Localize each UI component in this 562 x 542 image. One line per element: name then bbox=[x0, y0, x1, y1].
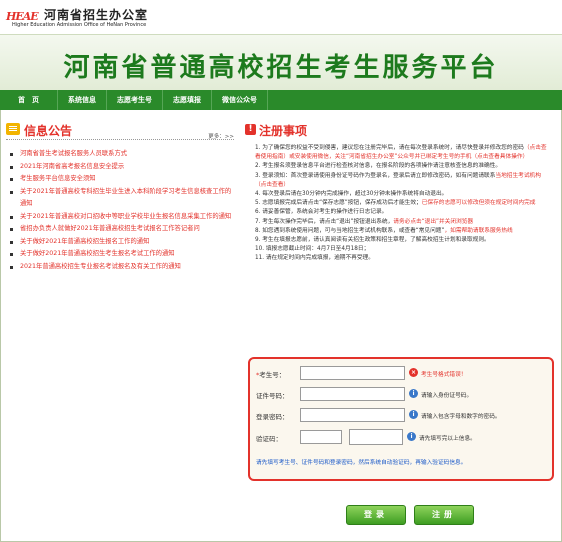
notice-rule: 4. 每次登录后请在30分钟内完成操作，超过30分钟未操作系统将自动退出。 bbox=[255, 191, 448, 198]
candidate-number-hint: 考生号格式错误！ bbox=[421, 372, 467, 378]
banner-title: 河南省普通高校招生考生服务平台 bbox=[63, 53, 499, 83]
news-header: 信息公告 更多：>> bbox=[6, 118, 234, 140]
captcha-input[interactable] bbox=[300, 430, 342, 444]
news-item-text[interactable]: 考生服务平台信息安全须知 bbox=[20, 175, 96, 182]
bullet-icon bbox=[10, 178, 13, 181]
notice-rule: 10. 填报志愿截止时间：4月7日至4月18日； bbox=[255, 246, 370, 253]
captcha-label: 验证码： bbox=[256, 435, 282, 443]
notice-rule: 9. 考生在填报志愿前，请认真阅读有关招生政策和招生章程，了解高校招生计划和录取… bbox=[255, 237, 490, 244]
notice-rule: 5. 志愿填报完成后请点击“保存志愿”按钮，保存成功后才能生效；已保存的志愿可以… bbox=[255, 200, 536, 207]
info-icon: i bbox=[407, 432, 416, 441]
captcha-hint: 请先填写完以上信息。 bbox=[419, 436, 476, 442]
notice-rule: 8. 如您遇到系统使用问题，可与当地招生考试机构联系，或查看“常见问题”，如需帮… bbox=[255, 227, 513, 234]
bullet-icon bbox=[10, 253, 13, 256]
notice-rules: 1. 为了确保您的权益不受到侵害，建议您在注册完毕后，请在每次登录系统时，请尽快… bbox=[245, 144, 557, 264]
notice-rule: 7. 考生每次操作完毕后，请点击“退出”按钮退出系统，请务必点击“退出”并关闭浏… bbox=[255, 218, 474, 225]
news-item[interactable]: 河南省普生考试报名服务人员联系方式 bbox=[6, 148, 234, 161]
news-item-text[interactable]: 省招办负责人就做好2021年普通高校招生考试报名工作答记者问 bbox=[20, 225, 200, 232]
bullet-icon bbox=[10, 228, 13, 231]
notice-panel: ! 注册事项 1. 为了确保您的权益不受到侵害，建议您在注册完毕后，请在每次登录… bbox=[245, 118, 557, 264]
nav-home[interactable]: 首 页 bbox=[0, 90, 58, 110]
news-item-text[interactable]: 关于2021年普通高校专科招生毕业生进入本科阶段学习考生信息核查工作的通知 bbox=[20, 188, 231, 208]
office-english-name: Higher Education Admission Office of HeN… bbox=[12, 22, 147, 28]
news-panel: 信息公告 更多：>> 河南省普生考试报名服务人员联系方式 2021年河南省高考报… bbox=[6, 118, 234, 318]
news-item[interactable]: 关于做好2021年普通高校招生考生报名考试工作的通知 bbox=[6, 248, 234, 261]
news-more-link[interactable]: 更多：>> bbox=[208, 132, 234, 140]
login-note: 请先填写考生号、证件号码和登录密码，然后系统自动验证码，再输入验证码信息。 bbox=[256, 460, 467, 466]
notice-rule: 6. 请妥善保管，系统会对考生的操作进行日志记录。 bbox=[255, 209, 388, 216]
news-item-text[interactable]: 关于2021年普通高校对口招收中等职业学校毕业生报名信息采集工作的通知 bbox=[20, 213, 231, 220]
id-number-row: 证件号码： i 请输入身份证号码。 bbox=[250, 386, 550, 402]
nav-candidate-number[interactable]: 志愿考生号 bbox=[107, 90, 163, 110]
notice-rule: 11. 请在规定时间内完成填报，逾期不再受理。 bbox=[255, 255, 374, 262]
notice-rule: 2. 考生报名须登录信息平台进行检查核对信息，在报名阶段的各项操作请注意核查信息… bbox=[255, 163, 502, 170]
info-icon: i bbox=[409, 410, 418, 419]
exclamation-icon: ! bbox=[245, 124, 256, 135]
bullet-icon bbox=[10, 215, 13, 219]
password-label: 登录密码： bbox=[256, 413, 289, 421]
candidate-number-label: *考生号： bbox=[256, 371, 286, 379]
notice-header: ! 注册事项 bbox=[245, 118, 557, 140]
news-item-text[interactable]: 河南省普生考试报名服务人员联系方式 bbox=[20, 150, 127, 157]
captcha-image[interactable] bbox=[349, 429, 403, 445]
news-item-text[interactable]: 2021年河南省高考报名信息安全提示 bbox=[20, 163, 124, 170]
nav-wechat[interactable]: 微信公众号 bbox=[212, 90, 268, 110]
info-icon: i bbox=[409, 389, 418, 398]
notice-title: 注册事项 bbox=[259, 124, 308, 138]
news-title: 信息公告 bbox=[24, 124, 73, 138]
bullet-icon bbox=[10, 265, 13, 269]
nav-volunteer-fill[interactable]: 志愿填报 bbox=[163, 90, 212, 110]
news-item[interactable]: 2021年普通高校招生专业报名考试报名及有关工作的通知 bbox=[6, 261, 234, 274]
password-hint: 请输入包含字母和数字的密码。 bbox=[421, 414, 501, 420]
register-button[interactable]: 注册 bbox=[414, 505, 474, 525]
news-item[interactable]: 2021年河南省高考报名信息安全提示 bbox=[6, 161, 234, 174]
password-input[interactable] bbox=[300, 408, 405, 422]
notepad-icon bbox=[6, 123, 20, 135]
candidate-number-input[interactable] bbox=[300, 366, 405, 380]
notice-rule: 3. 登录须知：首次登录请使用身份证号码作为登录名，登录后请立即修改密码，如有问… bbox=[255, 172, 541, 188]
news-item-text[interactable]: 2021年普通高校招生专业报名考试报名及有关工作的通知 bbox=[20, 263, 181, 270]
login-button[interactable]: 登录 bbox=[346, 505, 406, 525]
office-header: HEAE 河南省招生办公室 Higher Education Admission… bbox=[0, 0, 562, 34]
id-number-label: 证件号码： bbox=[256, 392, 289, 400]
news-item[interactable]: 省招办负责人就做好2021年普通高校招生考试报名工作答记者问 bbox=[6, 223, 234, 236]
news-list: 河南省普生考试报名服务人员联系方式 2021年河南省高考报名信息安全提示 考生服… bbox=[6, 148, 234, 273]
bullet-icon bbox=[10, 153, 13, 156]
bullet-icon bbox=[10, 240, 13, 244]
password-row: 登录密码： i 请输入包含字母和数字的密码。 bbox=[250, 407, 550, 423]
news-item[interactable]: 考生服务平台信息安全须知 bbox=[6, 173, 234, 186]
news-item-text[interactable]: 关于做好2021年普通高校招生报名工作的通知 bbox=[20, 238, 149, 245]
id-number-hint: 请输入身份证号码。 bbox=[421, 393, 473, 399]
news-item-text[interactable]: 关于做好2021年普通高校招生考生报名考试工作的通知 bbox=[20, 250, 175, 257]
news-item[interactable]: 关于做好2021年普通高校招生报名工作的通知 bbox=[6, 236, 234, 249]
login-form: *考生号： × 考生号格式错误！ 证件号码： i 请输入身份证号码。 登录密码：… bbox=[248, 357, 554, 481]
office-name: 河南省招生办公室 bbox=[44, 8, 149, 22]
bullet-icon bbox=[10, 190, 13, 194]
nav-system-info[interactable]: 系统信息 bbox=[58, 90, 107, 110]
banner: 河南省普通高校招生考生服务平台 bbox=[0, 34, 562, 90]
main-nav: 首 页 系统信息 志愿考生号 志愿填报 微信公众号 bbox=[0, 90, 562, 110]
captcha-row: 验证码： i 请先填写完以上信息。 bbox=[250, 429, 550, 445]
notice-rule: 1. 为了确保您的权益不受到侵害，建议您在注册完毕后，请在每次登录系统时，请尽快… bbox=[255, 145, 547, 161]
news-item[interactable]: 关于2021年普通高校专科招生毕业生进入本科阶段学习考生信息核查工作的通知 bbox=[6, 186, 234, 211]
error-icon: × bbox=[409, 368, 418, 377]
candidate-number-row: *考生号： × 考生号格式错误！ bbox=[250, 365, 550, 381]
id-number-input[interactable] bbox=[300, 387, 405, 401]
bullet-icon bbox=[10, 165, 13, 169]
news-item[interactable]: 关于2021年普通高校对口招收中等职业学校毕业生报名信息采集工作的通知 bbox=[6, 211, 234, 224]
